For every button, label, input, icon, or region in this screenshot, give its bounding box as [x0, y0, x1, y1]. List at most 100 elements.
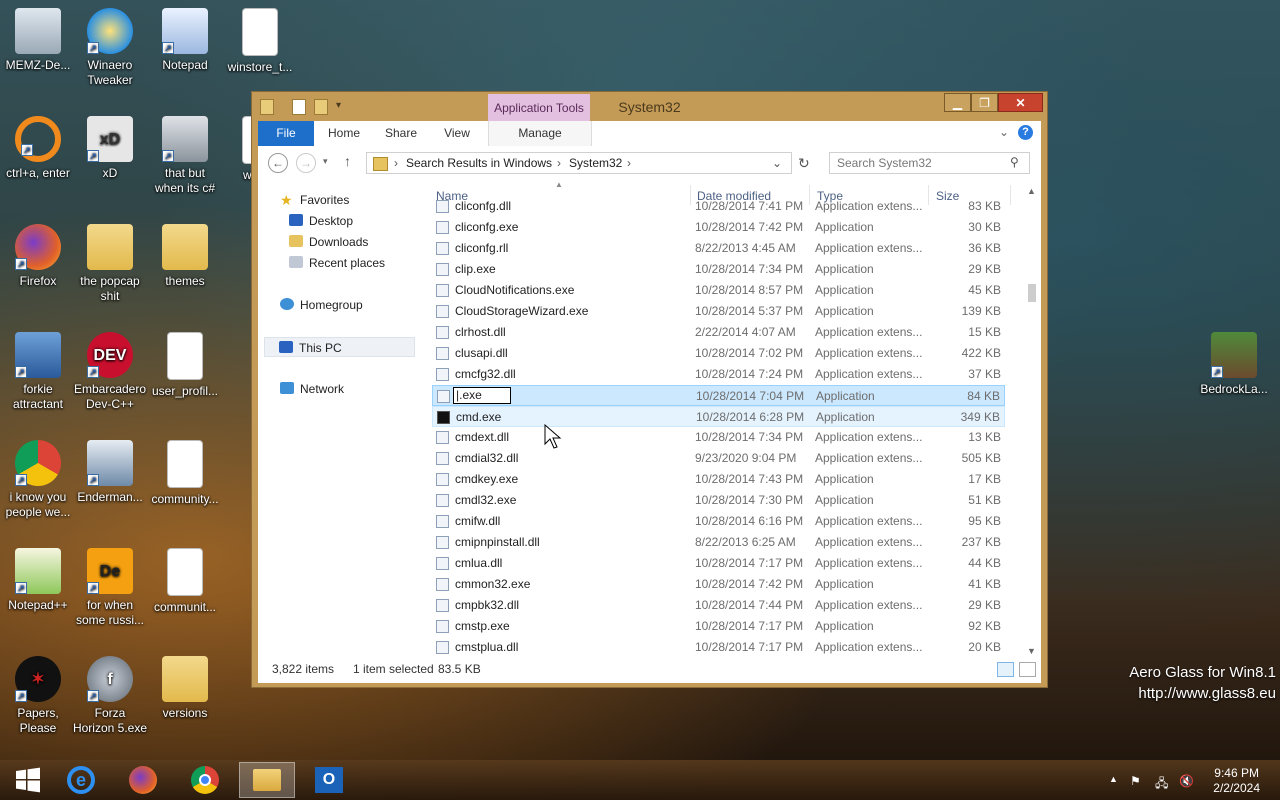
taskbar-outlook[interactable]: O	[301, 762, 357, 798]
taskbar-chrome[interactable]	[177, 762, 233, 798]
desktop-icon-item[interactable]: the popcap shit	[70, 224, 150, 304]
breadcrumb-separator-icon[interactable]: ›	[627, 156, 631, 170]
help-icon[interactable]: ?	[1018, 125, 1033, 140]
scroll-down-icon[interactable]: ▼	[1027, 646, 1036, 656]
file-row[interactable]: cliconfg.rll 8/22/2013 4:45 AM Application…	[432, 238, 1005, 259]
file-row[interactable]: cmstplua.dll 10/28/2014 7:17 PM Applicatio…	[432, 637, 1005, 656]
breadcrumb-search-results[interactable]: Search Results in Windows	[406, 156, 552, 170]
desktop-icon-item[interactable]: ↗ forkie attractant	[0, 332, 78, 412]
taskbar-internet-explorer[interactable]: e	[53, 762, 109, 798]
maximize-button[interactable]: ❐	[971, 93, 998, 112]
tab-manage[interactable]: Manage	[488, 121, 592, 146]
nav-this-pc[interactable]: This PC	[264, 337, 415, 357]
file-row[interactable]: cliconfg.dll 10/28/2014 7:41 PM Applicatio…	[432, 196, 1005, 217]
search-input[interactable]: Search System32	[829, 152, 1030, 174]
column-divider[interactable]	[1010, 185, 1011, 205]
action-center-flag-icon[interactable]: ⚑	[1130, 774, 1141, 788]
address-dropdown-icon[interactable]: ⌄	[772, 156, 782, 170]
show-hidden-icons-icon[interactable]: ▲	[1109, 774, 1118, 784]
file-row[interactable]: CloudStorageWizard.exe 10/28/2014 5:37 PM…	[432, 301, 1005, 322]
file-row[interactable]: cmdial32.dll 9/23/2020 9:04 PM Application…	[432, 448, 1005, 469]
title-bar[interactable]: ▾ Application Tools System32 ▁ ❐ ✕	[252, 92, 1047, 122]
file-row[interactable]: cmmon32.exe 10/28/2014 7:42 PM Application…	[432, 574, 1005, 595]
tab-view[interactable]: View	[435, 121, 479, 146]
file-row[interactable]: cmstp.exe 10/28/2014 7:17 PM Application 92…	[432, 616, 1005, 637]
recent-locations-icon[interactable]: ▾	[323, 156, 328, 167]
nav-recent-places[interactable]: Recent places	[289, 253, 385, 273]
file-row[interactable]: cmpbk32.dll 10/28/2014 7:44 PM Application…	[432, 595, 1005, 616]
breadcrumb-separator-icon[interactable]: ›	[557, 156, 561, 170]
expand-ribbon-icon[interactable]: ⌄	[999, 125, 1009, 139]
desktop-icon-item[interactable]: ↗ BedrockLa...	[1194, 332, 1274, 397]
file-row[interactable]: cmdkey.exe 10/28/2014 7:43 PM Application 1…	[432, 469, 1005, 490]
refresh-icon[interactable]: ↻	[798, 155, 810, 172]
vertical-scrollbar[interactable]: ▲ ▼	[1023, 182, 1041, 656]
network-tray-icon[interactable]: 🖧	[1155, 774, 1168, 795]
clock[interactable]: 9:46 PM 2/2/2024	[1213, 766, 1260, 796]
file-row[interactable]: cmifw.dll 10/28/2014 6:16 PM Application e…	[432, 511, 1005, 532]
desktop-icon-item[interactable]: community...	[145, 440, 225, 507]
rename-input[interactable]: |.exe	[453, 387, 511, 404]
desktop-icon-item[interactable]: ↗ ctrl+a, enter	[0, 116, 78, 181]
taskbar-file-explorer[interactable]	[239, 762, 295, 798]
desktop-icon-item[interactable]: ↗ Notepad	[145, 8, 225, 73]
desktop-icon-item[interactable]: MEMZ-De...	[0, 8, 78, 73]
nav-downloads[interactable]: Downloads	[289, 232, 368, 252]
file-row[interactable]: cmdext.dll 10/28/2014 7:34 PM Application …	[432, 427, 1005, 448]
desktop-icon-item[interactable]: DEV ↗ Embarcadero Dev-C++	[70, 332, 150, 412]
file-row[interactable]: cmlua.dll 10/28/2014 7:17 PM Application e…	[432, 553, 1005, 574]
desktop-icon-item[interactable]: xD ↗ xD	[70, 116, 150, 181]
desktop-icon-item[interactable]: themes	[145, 224, 225, 289]
desktop-icon-item[interactable]: ↗ Firefox	[0, 224, 78, 289]
desktop-icon-item[interactable]: user_profil...	[145, 332, 225, 399]
file-name: cmipnpinstall.dll	[455, 535, 540, 549]
file-row[interactable]: cmipnpinstall.dll 8/22/2013 6:25 AM Applic…	[432, 532, 1005, 553]
desktop-icon-item[interactable]: versions	[145, 656, 225, 721]
file-row[interactable]: clusapi.dll 10/28/2014 7:02 PM Application…	[432, 343, 1005, 364]
file-row[interactable]: CloudNotifications.exe 10/28/2014 8:57 PM…	[432, 280, 1005, 301]
desktop-icon-item[interactable]: ↗ i know you people we...	[0, 440, 78, 520]
tab-home[interactable]: Home	[322, 121, 366, 146]
forward-button[interactable]: →	[296, 153, 316, 173]
file-row[interactable]: cmcfg32.dll 10/28/2014 7:24 PM Application…	[432, 364, 1005, 385]
breadcrumb-separator-icon[interactable]: ›	[394, 156, 398, 170]
scrollbar-thumb[interactable]	[1028, 284, 1036, 302]
file-row[interactable]: cliconfg.exe 10/28/2014 7:42 PM Applicatio…	[432, 217, 1005, 238]
desktop-icon-item[interactable]: ↗ Notepad++	[0, 548, 78, 613]
address-field[interactable]: › Search Results in Windows › System32 ›…	[366, 152, 792, 174]
desktop-icon-item[interactable]: De ↗ for when some russi...	[70, 548, 150, 628]
file-row[interactable]: clrhost.dll 2/22/2014 4:07 AM Application …	[432, 322, 1005, 343]
large-icons-view-button[interactable]	[1019, 662, 1036, 677]
file-size: 92 KB	[968, 619, 1001, 633]
file-row[interactable]: cmd.exe 10/28/2014 6:28 PM Application 349 …	[432, 406, 1005, 427]
recycle-bin-icon	[15, 8, 61, 54]
minimize-button[interactable]: ▁	[944, 93, 971, 112]
nav-homegroup[interactable]: Homegroup	[280, 295, 363, 315]
desktop-icon-item[interactable]: ↗ Enderman...	[70, 440, 150, 505]
nav-network[interactable]: Network	[280, 379, 344, 399]
details-view-button[interactable]	[997, 662, 1014, 677]
explorer-window[interactable]: ▾ Application Tools System32 ▁ ❐ ✕ File …	[251, 91, 1048, 688]
desktop-icon-item[interactable]: ↗ that but when its c#	[145, 116, 225, 196]
file-row[interactable]: cmdl32.exe 10/28/2014 7:30 PM Application 5…	[432, 490, 1005, 511]
nav-favorites[interactable]: ★ Favorites	[280, 190, 349, 210]
search-icon[interactable]: ⚲	[1010, 155, 1019, 169]
scroll-up-icon[interactable]: ▲	[1027, 186, 1036, 196]
nav-desktop[interactable]: Desktop	[289, 211, 353, 231]
desktop-icon-item[interactable]: f ↗ Forza Horizon 5.exe	[70, 656, 150, 736]
start-button[interactable]	[0, 762, 56, 798]
file-row[interactable]: |.exe 10/28/2014 7:04 PM Application 84 KB	[432, 385, 1005, 406]
desktop-icon-item[interactable]: communit...	[145, 548, 225, 615]
desktop-icon-item[interactable]: ✶ ↗ Papers, Please	[0, 656, 78, 736]
tab-share[interactable]: Share	[379, 121, 423, 146]
volume-muted-icon[interactable]: 🔇	[1179, 774, 1194, 788]
up-button[interactable]: ↑	[344, 153, 351, 169]
taskbar-firefox[interactable]	[115, 762, 171, 798]
file-row[interactable]: clip.exe 10/28/2014 7:34 PM Application 29 …	[432, 259, 1005, 280]
close-button[interactable]: ✕	[998, 93, 1043, 112]
tab-file[interactable]: File	[258, 121, 314, 146]
desktop-icon-item[interactable]: ↗ Winaero Tweaker	[70, 8, 150, 88]
desktop-icon-item[interactable]: winstore_t...	[220, 8, 300, 75]
back-button[interactable]: ←	[268, 153, 288, 173]
breadcrumb-system32[interactable]: System32	[569, 156, 622, 170]
